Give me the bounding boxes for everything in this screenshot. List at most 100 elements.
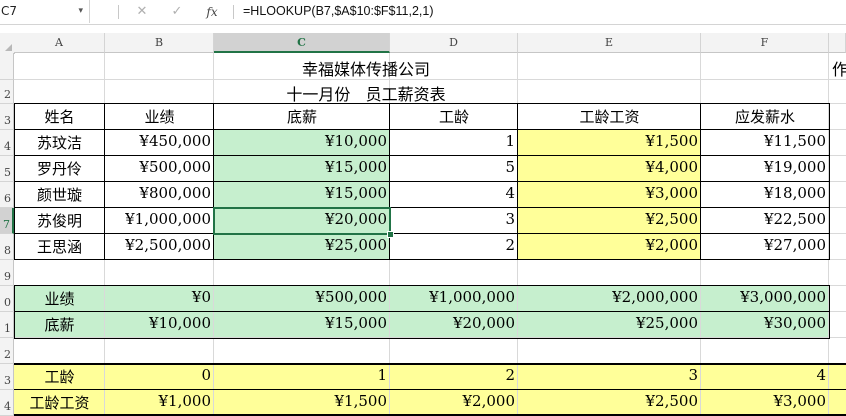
lookup-cell[interactable]: 2 — [390, 366, 518, 390]
lookup-cell[interactable]: ¥1,000,000 — [390, 288, 518, 312]
row-header-3[interactable]: 3 — [0, 104, 14, 130]
lookup-cell[interactable]: ¥3,000,000 — [701, 288, 829, 312]
lookup-label-seniority[interactable]: 工龄 — [14, 366, 105, 390]
lookup-label-base-salary[interactable]: 底薪 — [14, 314, 105, 338]
lookup-cell[interactable]: 1 — [214, 366, 390, 390]
lookup-cell[interactable]: ¥3,000 — [701, 392, 829, 416]
lookup-cell[interactable]: ¥2,500 — [518, 392, 701, 416]
performance-cell[interactable]: ¥2,500,000 — [105, 236, 214, 260]
seniority-pay-cell[interactable]: ¥3,000 — [518, 184, 701, 208]
chevron-down-icon[interactable]: ▾ — [78, 0, 83, 23]
lookup-cell[interactable]: ¥1,500 — [214, 392, 390, 416]
employee-name[interactable]: 苏玟洁 — [14, 132, 105, 156]
fill-handle[interactable] — [387, 231, 394, 238]
spreadsheet-grid[interactable]: 幸福媒体传播公司 作 十一月份 员工薪资表 姓名 业绩 底薪 工龄 工龄工资 应… — [14, 53, 846, 416]
total-pay-cell[interactable]: ¥19,000 — [701, 158, 829, 182]
lookup-cell[interactable]: 3 — [518, 366, 701, 390]
divider — [118, 5, 119, 19]
total-pay-cell[interactable]: ¥27,000 — [701, 236, 829, 260]
lookup-label-seniority-pay[interactable]: 工龄工资 — [14, 392, 105, 416]
lookup-cell[interactable]: 0 — [105, 366, 214, 390]
row-header-11[interactable]: 1 — [0, 312, 14, 338]
row-header-2[interactable]: 2 — [0, 80, 14, 104]
lookup-cell[interactable]: ¥0 — [105, 288, 214, 312]
gridline — [14, 79, 846, 80]
base-salary-cell[interactable]: ¥25,000 — [214, 236, 390, 260]
lookup-cell[interactable]: ¥15,000 — [214, 314, 390, 338]
row-header-9[interactable]: 9 — [0, 260, 14, 286]
formula-bar: C7 ▾ ✕ ✓ fx =HLOOKUP(B7,$A$10:$F$11,2,1) — [0, 0, 846, 25]
base-salary-cell[interactable]: ¥15,000 — [214, 158, 390, 182]
lookup-cell[interactable]: ¥500,000 — [214, 288, 390, 312]
row-header-8[interactable]: 8 — [0, 234, 14, 260]
lookup-cell[interactable]: 4 — [701, 366, 829, 390]
row-header-14[interactable]: 4 — [0, 390, 14, 416]
name-box-value: C7 — [1, 4, 18, 18]
column-header-g[interactable] — [829, 33, 846, 53]
lookup-cell[interactable]: ¥2,000,000 — [518, 288, 701, 312]
performance-cell[interactable]: ¥1,000,000 — [105, 210, 214, 234]
enter-icon[interactable]: ✓ — [166, 3, 188, 21]
row-header-13[interactable]: 3 — [0, 364, 14, 390]
performance-cell[interactable]: ¥500,000 — [105, 158, 214, 182]
seniority-pay-cell[interactable]: ¥4,000 — [518, 158, 701, 182]
select-all-corner[interactable] — [0, 33, 15, 54]
header-base-salary[interactable]: 底薪 — [214, 106, 390, 130]
row-header-12[interactable]: 2 — [0, 338, 14, 364]
formula-input[interactable]: =HLOOKUP(B7,$A$10:$F$11,2,1) — [243, 0, 434, 23]
lookup-cell[interactable]: ¥30,000 — [701, 314, 829, 338]
total-pay-cell[interactable]: ¥18,000 — [701, 184, 829, 208]
base-salary-cell[interactable]: ¥15,000 — [214, 184, 390, 208]
select-all-icon — [5, 44, 12, 51]
seniority-cell[interactable]: 4 — [390, 184, 518, 208]
employee-name[interactable]: 颜世璇 — [14, 184, 105, 208]
total-pay-cell[interactable]: ¥11,500 — [701, 132, 829, 156]
table-title: 十一月份 员工薪资表 — [286, 85, 446, 104]
column-header-d[interactable]: D — [390, 33, 518, 53]
header-seniority[interactable]: 工龄 — [390, 106, 518, 130]
row-header-6[interactable]: 6 — [0, 182, 14, 208]
row-header-4[interactable]: 4 — [0, 130, 14, 156]
lookup-label-performance[interactable]: 业绩 — [14, 288, 105, 312]
row-header-7[interactable]: 7 — [0, 208, 14, 234]
lookup-cell[interactable]: ¥1,000 — [105, 392, 214, 416]
seniority-cell[interactable]: 3 — [390, 210, 518, 234]
seniority-cell[interactable]: 2 — [390, 236, 518, 260]
column-header-b[interactable]: B — [105, 33, 214, 53]
gridline — [14, 285, 846, 286]
header-seniority-pay[interactable]: 工龄工资 — [518, 106, 701, 130]
row-header-10[interactable]: 0 — [0, 286, 14, 312]
seniority-cell[interactable]: 5 — [390, 158, 518, 182]
total-pay-cell[interactable]: ¥22,500 — [701, 210, 829, 234]
lookup-cell[interactable]: ¥2,000 — [390, 392, 518, 416]
cancel-icon[interactable]: ✕ — [131, 3, 153, 21]
column-header-c[interactable]: C — [214, 33, 390, 53]
header-name[interactable]: 姓名 — [14, 106, 105, 130]
column-header-a[interactable]: A — [14, 33, 105, 53]
base-salary-cell[interactable]: ¥10,000 — [214, 132, 390, 156]
performance-cell[interactable]: ¥450,000 — [105, 132, 214, 156]
seniority-cell[interactable]: 1 — [390, 132, 518, 156]
row-header-1[interactable] — [0, 53, 14, 80]
employee-name[interactable]: 苏俊明 — [14, 210, 105, 234]
employee-name[interactable]: 罗丹伶 — [14, 158, 105, 182]
performance-cell[interactable]: ¥800,000 — [105, 184, 214, 208]
row-header-5[interactable]: 5 — [0, 156, 14, 182]
overflow-text: 作 — [832, 60, 846, 79]
header-performance[interactable]: 业绩 — [105, 106, 214, 130]
header-total-pay[interactable]: 应发薪水 — [701, 106, 829, 130]
column-header-e[interactable]: E — [518, 33, 701, 53]
base-salary-cell-selected[interactable]: ¥20,000 — [214, 210, 390, 234]
name-box[interactable]: C7 ▾ — [0, 0, 90, 23]
seniority-pay-cell[interactable]: ¥1,500 — [518, 132, 701, 156]
lookup-cell[interactable]: ¥10,000 — [105, 314, 214, 338]
lookup-cell[interactable]: ¥25,000 — [518, 314, 701, 338]
column-header-f[interactable]: F — [701, 33, 829, 53]
insert-function-icon[interactable]: fx — [201, 3, 223, 21]
company-title: 幸福媒体传播公司 — [301, 60, 430, 79]
seniority-pay-cell[interactable]: ¥2,000 — [518, 236, 701, 260]
employee-name[interactable]: 王思涵 — [14, 236, 105, 260]
gridline — [14, 363, 846, 364]
seniority-pay-cell[interactable]: ¥2,500 — [518, 210, 701, 234]
lookup-cell[interactable]: ¥20,000 — [390, 314, 518, 338]
